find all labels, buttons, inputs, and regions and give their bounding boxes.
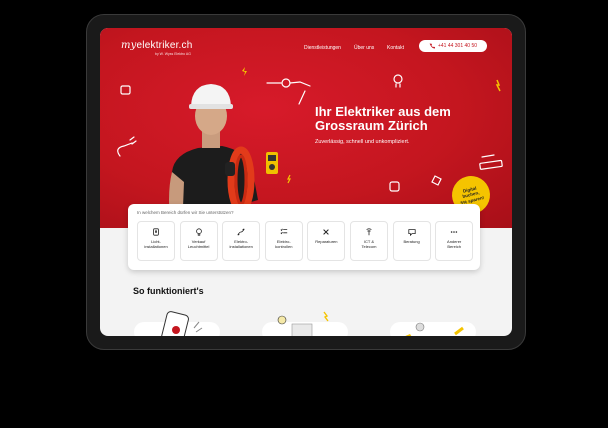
tablet-frame: myelektriker.ch by W. Wyss Elektro AG Di…: [86, 14, 526, 350]
website-screen: myelektriker.ch by W. Wyss Elektro AG Di…: [100, 28, 512, 336]
blurred-caption: [70, 368, 540, 382]
step-illustrations: [161, 311, 464, 336]
